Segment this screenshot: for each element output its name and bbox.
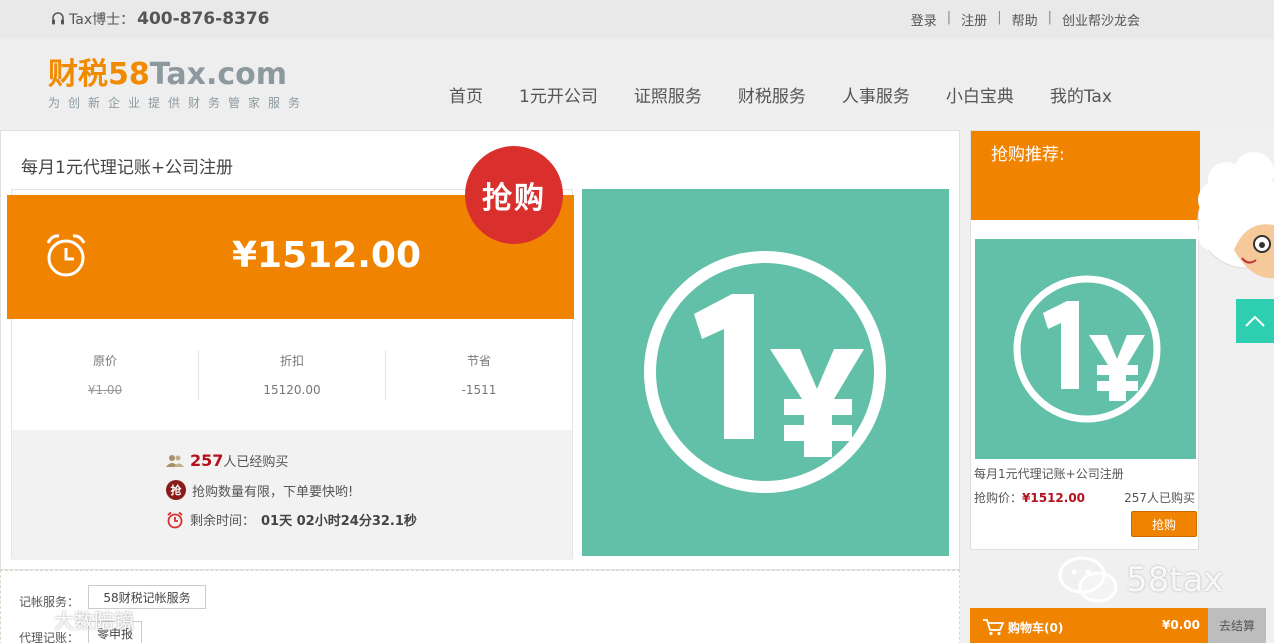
main-nav: 首页 1元开公司 证照服务 财税服务 人事服务 小白宝典 我的Tax: [449, 82, 1148, 107]
left-watermark-text: 大数陪镜: [54, 609, 134, 633]
register-link[interactable]: 注册: [961, 10, 987, 29]
product-panel: 每月1元代理记账+公司注册 ¥1512.00 抢购 原价 ¥1.00 折扣 15…: [0, 130, 960, 570]
cart-label-wrap: 购物车(0): [982, 618, 1063, 636]
logo-tax: Tax: [149, 57, 206, 92]
hotline-number: 400-876-8376: [137, 9, 270, 29]
stat-label: 折扣: [279, 354, 304, 368]
nav-1yuan-company[interactable]: 1元开公司: [519, 82, 598, 107]
cart-bar[interactable]: 购物车(0) ¥0.00: [970, 608, 1208, 643]
nav-finance-tax[interactable]: 财税服务: [738, 82, 806, 107]
logo-cn: 财税: [48, 57, 108, 92]
stat-label: 原价: [92, 354, 117, 368]
watermark-logo-icon: [21, 612, 49, 627]
cart-label: 购物车(0): [1008, 620, 1064, 635]
stat-value: -1511: [461, 383, 497, 397]
recommend-price: 抢购价：¥1512.00: [974, 489, 1085, 506]
headset-icon: [52, 12, 64, 25]
limit-text: 抢购数量有限，下单要快哟!: [192, 484, 354, 500]
buyers-row: 257人已经购买: [166, 451, 288, 470]
nav-home[interactable]: 首页: [449, 82, 483, 107]
sale-price: ¥1512.00: [232, 235, 422, 276]
qiang-icon: 抢: [166, 480, 186, 500]
left-watermark: 大数陪镜: [20, 605, 134, 634]
back-to-top-button[interactable]: [1236, 299, 1274, 343]
wechat-icon: [1058, 556, 1118, 603]
nav-license[interactable]: 证照服务: [634, 82, 702, 107]
cart-icon: [983, 619, 1004, 636]
recommend-header: 抢购推荐:: [971, 131, 1200, 220]
logo-domain: .com: [205, 57, 288, 92]
price-value: ¥1512.00: [1022, 491, 1086, 505]
stat-original: 原价 ¥1.00: [12, 350, 199, 400]
divider: |: [997, 10, 1002, 25]
price-label: 抢购价：: [974, 491, 1023, 505]
one-yuan-icon: [1013, 275, 1161, 423]
top-links: 登录 | 注册 | 帮助 | 创业帮沙龙会: [911, 10, 1140, 29]
stat-value: ¥1.00: [87, 383, 123, 397]
stat-discount: 折扣 15120.00: [199, 350, 386, 400]
price-box: ¥1512.00 抢购 原价 ¥1.00 折扣 15120.00 节省 -151…: [7, 146, 574, 560]
buyers-suffix: 人已经购买: [223, 455, 289, 470]
product-image: [582, 189, 949, 556]
logo-slogan: 为创新企业提供财务管家服务: [48, 96, 309, 110]
buyers-count: 257: [190, 451, 224, 470]
service-options: 记帐服务： 58财税记帐服务 代理记账： 零申报: [0, 570, 960, 643]
divider: |: [1047, 10, 1052, 25]
product-title: 每月1元代理记账+公司注册: [21, 158, 234, 178]
stat-value: 15120.00: [263, 383, 321, 397]
stat-label: 节省: [466, 354, 491, 368]
salon-link[interactable]: 创业帮沙龙会: [1062, 10, 1140, 29]
wechat-watermark: 58tax: [1058, 555, 1224, 605]
alarm-clock-icon: [167, 511, 183, 528]
one-yuan-icon: [644, 251, 886, 493]
countdown-row: 剩余时间： 01天 02小时24分32.1秒: [166, 510, 417, 529]
recommend-sidebar: 抢购推荐: 每月1元代理记账+公司注册 抢购价：¥1512.00 257人已购买…: [970, 130, 1200, 550]
checkout-button[interactable]: 去结算: [1208, 608, 1266, 643]
countdown-value: 01天 02小时24分32.1秒: [261, 514, 417, 529]
price-stats: 原价 ¥1.00 折扣 15120.00 节省 -1511: [12, 320, 572, 430]
recommend-product-image[interactable]: [975, 239, 1196, 459]
limit-row: 抢 抢购数量有限，下单要快哟!: [166, 480, 353, 500]
recommend-sold: 257人已购买: [1124, 491, 1195, 505]
users-icon: [166, 454, 184, 467]
alarm-clock-icon: [46, 234, 86, 277]
nav-hr[interactable]: 人事服务: [842, 82, 910, 107]
nav-my-tax[interactable]: 我的Tax: [1050, 82, 1112, 107]
divider: |: [946, 10, 952, 25]
login-link[interactable]: 登录: [911, 10, 937, 29]
sale-info: 257人已经购买 抢 抢购数量有限，下单要快哟! 剩余时间： 01天 02小时24…: [12, 430, 572, 560]
cart-amount: ¥0.00: [1162, 618, 1200, 632]
countdown-label: 剩余时间：: [190, 514, 256, 529]
site-header: 财税58Tax.com 为创新企业提供财务管家服务 首页 1元开公司 证照服务 …: [0, 38, 1274, 128]
logo-num: 58: [108, 57, 150, 92]
flash-sale-badge: 抢购: [465, 146, 563, 244]
buy-button[interactable]: 抢购: [1131, 511, 1197, 537]
recommend-heading: 抢购推荐:: [991, 145, 1065, 165]
stat-saved: 节省 -1511: [386, 350, 572, 400]
chevron-up-icon: [1245, 315, 1265, 327]
nav-guide[interactable]: 小白宝典: [946, 82, 1014, 107]
hotline: Tax博士： 400-876-8376: [50, 9, 270, 29]
top-bar: Tax博士： 400-876-8376 登录 | 注册 | 帮助 | 创业帮沙龙…: [0, 0, 1274, 38]
recommend-product-name[interactable]: 每月1元代理记账+公司注册: [974, 465, 1124, 482]
help-link[interactable]: 帮助: [1012, 10, 1038, 29]
mascot-image[interactable]: [1196, 150, 1274, 290]
wechat-watermark-text: 58tax: [1126, 560, 1224, 600]
hotline-label: Tax博士：: [69, 12, 135, 28]
site-logo[interactable]: 财税58Tax.com 为创新企业提供财务管家服务: [48, 58, 308, 111]
